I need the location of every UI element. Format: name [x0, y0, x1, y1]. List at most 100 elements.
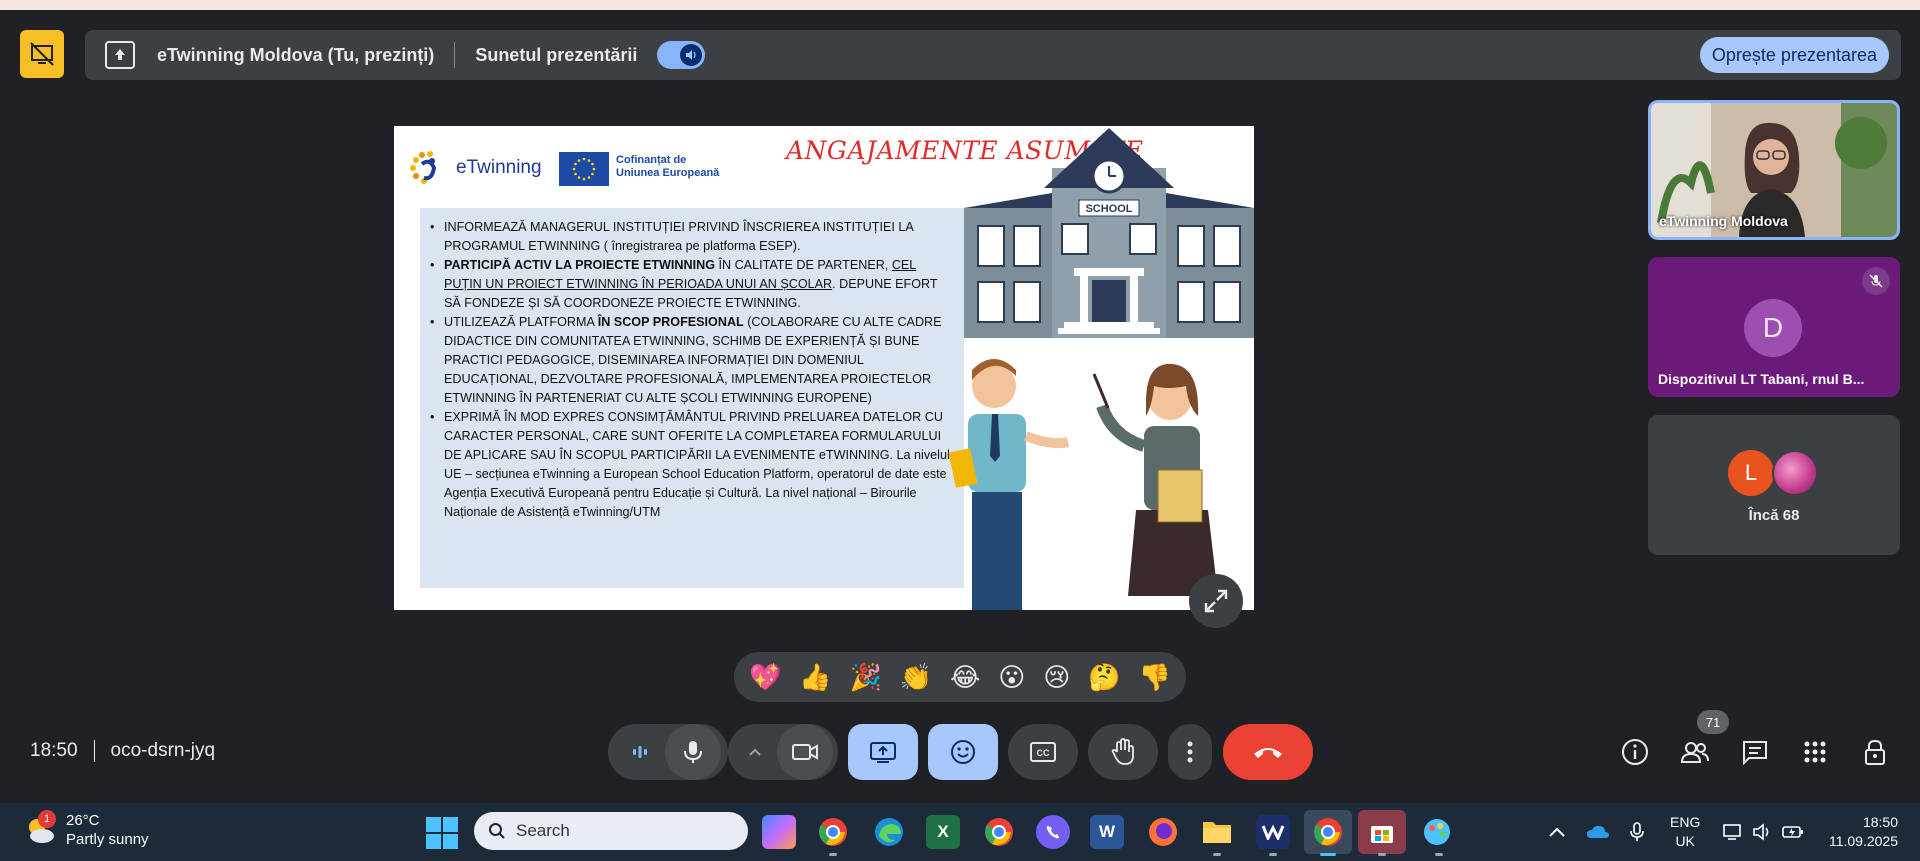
avatar: D: [1744, 299, 1802, 357]
top-strip: [0, 0, 1920, 10]
reaction-thumbs-up[interactable]: 👍: [799, 662, 831, 693]
microphone-control: [608, 724, 728, 780]
running-indicator: [1378, 853, 1386, 856]
clock-time: 18:50: [1862, 814, 1898, 830]
bullet-2-mid: ÎN CALITATE DE PARTENER,: [715, 258, 892, 272]
leave-call-button[interactable]: [1223, 724, 1313, 780]
participant-tile-device[interactable]: D Dispozitivul LT Tabani, rnul B...: [1648, 257, 1900, 397]
bullet-3-bold: ÎN SCOP PROFESIONAL: [597, 315, 744, 329]
viber-icon[interactable]: [1036, 815, 1070, 849]
participant-tile-presenter[interactable]: eTwinning Moldova: [1648, 100, 1900, 240]
eu-line-2: Uniunea Europeană: [616, 167, 720, 179]
active-indicator: [1320, 853, 1336, 856]
bullet-2-bold: PARTICIPĂ ACTIV LA PROIECTE ETWINNING: [444, 258, 715, 272]
bullet-4-text: EXPRIMĂ ÎN MOD EXPRES CONSIMȚĂMÂNTUL PRI…: [444, 410, 950, 519]
etwinning-logo: eTwinning: [408, 150, 542, 186]
firefox-icon[interactable]: [1146, 815, 1180, 849]
avatar-photo: [1772, 450, 1818, 496]
word-icon[interactable]: W: [1090, 815, 1124, 849]
emoji-icon: [951, 740, 975, 764]
chrome-icon[interactable]: [982, 815, 1016, 849]
meeting-code[interactable]: oco-dsrn-jyq: [111, 740, 216, 762]
svg-text:CC: CC: [1037, 748, 1050, 758]
camera-icon: [792, 744, 818, 760]
chevron-up-icon[interactable]: [733, 747, 777, 757]
edge-icon[interactable]: [872, 815, 906, 849]
reaction-laugh[interactable]: 😂: [950, 662, 980, 693]
taskbar-search[interactable]: Search: [474, 812, 748, 850]
more-options-button[interactable]: [1168, 724, 1212, 780]
captions-icon: CC: [1030, 742, 1056, 762]
presentation-sound-toggle[interactable]: [657, 41, 706, 69]
etwinning-brand: eTwinning: [456, 157, 542, 178]
paint-icon[interactable]: [1420, 815, 1454, 849]
running-indicator: [1213, 853, 1221, 856]
present-screen-button[interactable]: [848, 724, 918, 780]
eu-line-1: Cofinanțat de: [616, 154, 687, 166]
volume-icon[interactable]: [1752, 803, 1772, 861]
raise-hand-button[interactable]: [1088, 724, 1158, 780]
running-indicator: [1269, 853, 1277, 856]
host-controls-button[interactable]: [1858, 735, 1892, 769]
school-building-illustration: SCHOOL: [964, 128, 1254, 338]
excel-icon[interactable]: X: [926, 815, 960, 849]
microphone-icon: [684, 741, 702, 763]
reactions-button[interactable]: [928, 724, 998, 780]
battery-icon[interactable]: [1782, 803, 1804, 861]
reaction-clap[interactable]: 👏: [900, 662, 932, 693]
bullet-2: PARTICIPĂ ACTIV LA PROIECTE ETWINNING ÎN…: [428, 256, 954, 313]
store-icon[interactable]: [1358, 810, 1406, 854]
present-screen-icon: [870, 742, 896, 763]
mic-muted-icon: [1862, 267, 1890, 295]
reaction-party[interactable]: 🎉: [849, 662, 881, 693]
chrome-active-icon[interactable]: [1304, 810, 1352, 854]
no-presentation-icon: [30, 42, 54, 66]
bullet-1-text: INFORMEAZĂ MANAGERUL INSTITUȚIEI PRIVIND…: [444, 220, 914, 253]
weather-widget[interactable]: 1 26°C Partly sunny: [24, 810, 149, 849]
copilot-icon[interactable]: [762, 815, 796, 849]
more-participants-tile[interactable]: L Încă 68: [1648, 415, 1900, 555]
bullet-3-start: UTILIZEAZĂ PLATFORMA: [444, 315, 598, 329]
eu-cofinance-label: Cofinanțat de Uniunea Europeană: [616, 154, 719, 180]
presenting-bar: eTwinning Moldova (Tu, prezinți) Sunetul…: [85, 30, 1901, 80]
participant-name: eTwinning Moldova: [1659, 213, 1788, 229]
presenting-title: eTwinning Moldova (Tu, prezinți): [157, 44, 435, 65]
input-language[interactable]: ENG UK: [1670, 813, 1700, 851]
captions-button[interactable]: CC: [1008, 724, 1078, 780]
meeting-details-button[interactable]: [1618, 735, 1652, 769]
presentation-hidden-icon[interactable]: [20, 30, 64, 78]
stop-presenting-button[interactable]: Oprește prezentarea: [1699, 37, 1889, 73]
microphone-tray-icon[interactable]: [1630, 803, 1644, 861]
running-indicator: [829, 853, 837, 856]
chrome-profile-icon[interactable]: [816, 815, 850, 849]
chat-button[interactable]: [1738, 735, 1772, 769]
speaker-icon: [680, 44, 703, 66]
system-clock[interactable]: 18:50 11.09.2025: [1820, 813, 1898, 851]
camera-control: [728, 724, 838, 780]
keyboard-layout: UK: [1675, 833, 1695, 849]
camera-button[interactable]: [777, 724, 833, 780]
start-button[interactable]: [426, 817, 458, 849]
reaction-thinking[interactable]: 🤔: [1088, 662, 1120, 693]
audio-level-icon[interactable]: [615, 744, 665, 760]
reaction-sad[interactable]: 😢: [1043, 662, 1070, 693]
weather-condition: Partly sunny: [66, 831, 149, 848]
windows-taskbar: 1 26°C Partly sunny Search X W ENG UK 18…: [0, 803, 1920, 861]
webex-icon[interactable]: [1256, 815, 1290, 849]
microphone-button[interactable]: [665, 724, 721, 780]
expand-slide-button[interactable]: [1189, 574, 1243, 628]
end-call-icon: [1254, 748, 1282, 758]
present-upload-icon: [105, 41, 135, 69]
network-icon[interactable]: [1722, 803, 1744, 861]
people-button[interactable]: [1678, 735, 1712, 769]
show-hidden-icons[interactable]: [1548, 803, 1566, 861]
onedrive-icon[interactable]: [1586, 803, 1610, 861]
temperature: 26°C: [66, 812, 100, 829]
reaction-heart[interactable]: 💖: [749, 662, 781, 693]
reaction-surprised[interactable]: 😮: [998, 662, 1025, 693]
activities-button[interactable]: [1798, 735, 1832, 769]
divider: [454, 42, 456, 68]
reaction-thumbs-down[interactable]: 👎: [1139, 662, 1171, 693]
people-icon: [1680, 742, 1709, 763]
file-explorer-icon[interactable]: [1200, 815, 1234, 849]
